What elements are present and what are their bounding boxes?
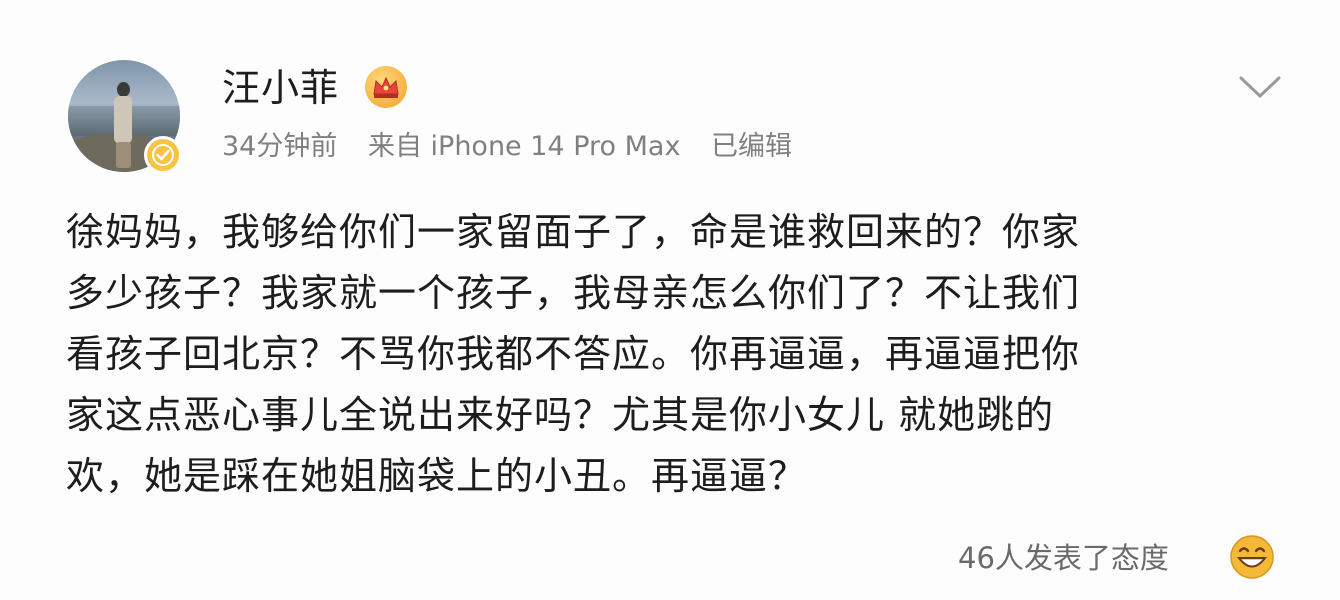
avatar-person-head <box>117 82 130 97</box>
crown-icon[interactable] <box>365 66 407 108</box>
post-body-line: 看孩子回北京？不骂你我都不答应。你再逼逼，再逼逼把你 <box>66 332 1081 376</box>
post-body-line: 家这点恶心事儿全说出来好吗？尤其是你小女儿 就她跳的 <box>66 393 1055 437</box>
reaction-count[interactable]: 46人发表了态度 <box>958 538 1169 578</box>
avatar-person-legs <box>116 142 131 168</box>
post-source: 来自 iPhone 14 Pro Max <box>367 131 681 162</box>
post-body-line: 徐妈妈，我够给你们一家留面子了，命是谁救回来的？你家 <box>66 210 1081 254</box>
avatar-person-body <box>114 96 132 144</box>
chevron-down-icon[interactable] <box>1238 74 1282 100</box>
post-time[interactable]: 34分钟前 <box>222 131 337 162</box>
post-body-line: 多少孩子？我家就一个孩子，我母亲怎么你们了？不让我们 <box>66 271 1081 315</box>
weibo-post: 汪小菲 34分钟前 来自 iPhone 14 Pro Max 已编辑 徐妈妈，我… <box>0 0 1340 600</box>
post-body-line: 欢，她是踩在她姐脑袋上的小丑。再逼逼？ <box>66 454 808 498</box>
edited-label[interactable]: 已编辑 <box>711 131 792 162</box>
grin-emoji-icon[interactable] <box>1228 533 1276 581</box>
post-meta: 34分钟前 来自 iPhone 14 Pro Max 已编辑 <box>222 130 814 164</box>
post-body: 徐妈妈，我够给你们一家留面子了，命是谁救回来的？你家 多少孩子？我家就一个孩子，… <box>66 202 1266 507</box>
verified-badge-icon <box>144 136 182 174</box>
username[interactable]: 汪小菲 <box>222 66 339 110</box>
